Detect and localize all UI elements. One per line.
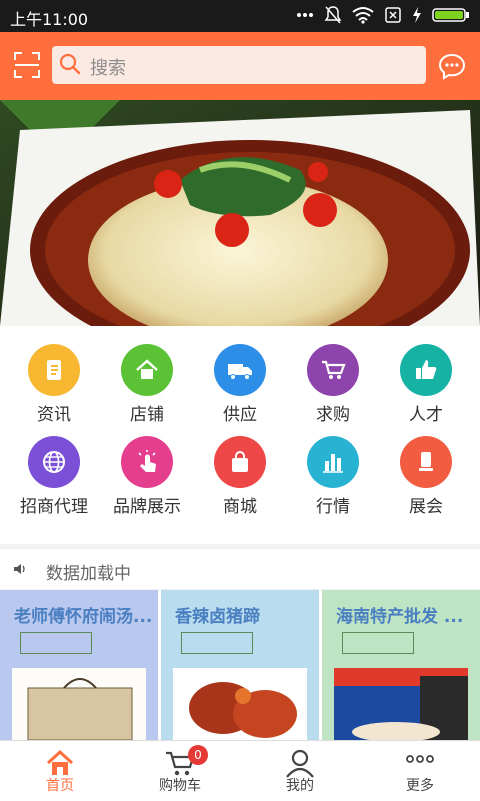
battery-icon [432, 8, 469, 22]
category-icon [121, 436, 173, 488]
category-mall[interactable]: 商城 [192, 418, 288, 517]
tab-bar: 首页 0 购物车 我的 更多 [0, 740, 480, 801]
mute-bell-icon [324, 6, 342, 24]
sim-card-icon [385, 7, 401, 23]
globe-icon [43, 451, 65, 473]
bag-icon [232, 451, 248, 472]
search-placeholder: 搜索 [90, 58, 126, 79]
category-icon [214, 344, 266, 396]
notice-bar: 数据加载中 [0, 548, 480, 589]
tab-mine[interactable]: 我的 [240, 741, 360, 801]
tap-icon [138, 450, 156, 472]
category-icon [121, 344, 173, 396]
food-photo-icon [0, 100, 480, 326]
status-time: 上午11:00 [10, 10, 89, 29]
search-icon [59, 53, 81, 75]
banner-image[interactable] [0, 100, 480, 326]
status-bar: 上午11:00 [0, 0, 480, 32]
category-expo[interactable]: 展会 [378, 418, 474, 517]
category-news[interactable]: 资讯 [6, 326, 102, 425]
house-icon [136, 359, 158, 379]
category-purchase[interactable]: 求购 [285, 326, 381, 425]
category-icon [28, 436, 80, 488]
bar-chart-icon [323, 454, 343, 473]
category-icon [307, 436, 359, 488]
wifi-icon [352, 7, 374, 24]
product-cards: 老师傅怀府闹汤... 香辣卤猪蹄 海南特产批发 ... [0, 590, 480, 740]
category-label: 招商代理 [20, 497, 88, 517]
notice-text: 数据加载中 [46, 564, 131, 584]
category-shop[interactable]: 店铺 [99, 326, 195, 425]
tab-more[interactable]: 更多 [360, 741, 480, 801]
status-icons [296, 5, 470, 25]
category-icon [400, 436, 452, 488]
charging-icon [413, 7, 421, 23]
product-title: 老师傅怀府闹汤... [14, 607, 153, 627]
product-card[interactable]: 海南特产批发 ... [322, 590, 480, 740]
scan-icon[interactable] [14, 52, 40, 78]
category-investment[interactable]: 招商代理 [6, 418, 102, 517]
product-card[interactable]: 老师傅怀府闹汤... [0, 590, 158, 740]
category-label: 展会 [409, 497, 443, 517]
price-box [181, 632, 253, 654]
phone-icon [419, 452, 433, 471]
category-icon [28, 344, 80, 396]
category-supply[interactable]: 供应 [192, 326, 288, 425]
category-brand[interactable]: 品牌展示 [99, 418, 195, 517]
tab-home-label: 首页 [46, 778, 74, 794]
speaker-icon [14, 564, 25, 574]
tab-cart[interactable]: 0 购物车 [120, 741, 240, 801]
category-label: 商城 [223, 497, 257, 517]
document-icon [47, 360, 61, 380]
category-talent[interactable]: 人才 [378, 326, 474, 425]
tab-more-label: 更多 [406, 778, 434, 794]
category-icon [214, 436, 266, 488]
category-market[interactable]: 行情 [285, 418, 381, 517]
message-icon[interactable] [438, 52, 466, 80]
product-image [173, 668, 307, 740]
category-label: 品牌展示 [113, 497, 181, 517]
category-grid: 资讯 店铺 供应 求购 人才 招商代理 品牌展示 商城 行情 展会 [0, 326, 480, 544]
product-image [334, 668, 468, 740]
search-input[interactable]: 搜索 [52, 46, 426, 84]
category-icon [400, 344, 452, 396]
price-box [20, 632, 92, 654]
truck-icon [228, 364, 252, 380]
tab-home[interactable]: 首页 [0, 741, 120, 801]
product-title: 香辣卤猪蹄 [175, 607, 260, 627]
tab-cart-label: 购物车 [159, 778, 201, 794]
cart-icon [322, 360, 346, 379]
thumbs-up-icon [416, 360, 437, 379]
more-dots-icon [297, 13, 313, 17]
price-box [342, 632, 414, 654]
category-icon [307, 344, 359, 396]
tab-mine-label: 我的 [286, 778, 314, 794]
product-title: 海南特产批发 ... [336, 607, 464, 627]
category-label: 行情 [316, 497, 350, 517]
product-card[interactable]: 香辣卤猪蹄 [161, 590, 319, 740]
product-image [12, 668, 146, 740]
app-header: 搜索 [0, 32, 480, 100]
cart-badge: 0 [188, 745, 208, 765]
